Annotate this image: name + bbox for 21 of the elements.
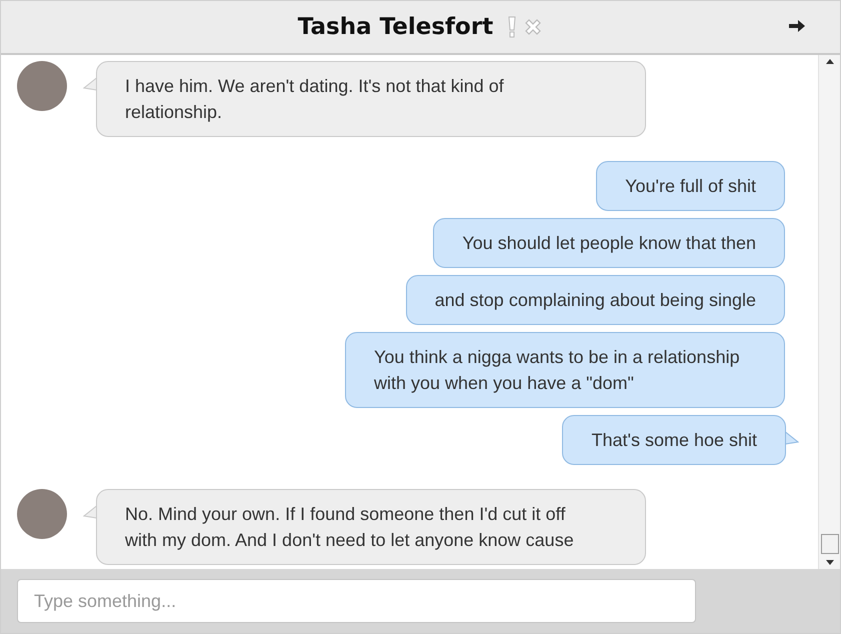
contact-name: Tasha Telesfort: [298, 14, 494, 40]
exclamation-icon[interactable]: [507, 16, 518, 38]
speech-tail-icon: [83, 77, 97, 91]
received-message: No. Mind your own. If I found someone then I'd cut it off with my dom. And I don't need to let anyone know cause: [96, 489, 646, 565]
sent-message: You're full of shit: [596, 161, 785, 211]
speech-tail-icon: [83, 505, 97, 519]
message-input-field[interactable]: Type something...: [17, 579, 696, 623]
scroll-down-icon[interactable]: [826, 560, 834, 565]
speech-tail-icon: [785, 431, 799, 445]
arrow-right-icon[interactable]: [788, 19, 806, 33]
avatar-photo-placeholder: [17, 489, 67, 539]
scroll-thumb[interactable]: [820, 534, 838, 554]
sent-message: That's some hoe shit: [562, 415, 786, 465]
received-message: I have him. We aren't dating. It's not that kind of relationship.: [96, 61, 646, 137]
close-icon[interactable]: [523, 17, 544, 37]
sent-message: and stop complaining about being single: [406, 275, 785, 325]
avatar-photo-placeholder: [17, 61, 67, 111]
sent-message: You should let people know that then: [433, 218, 785, 268]
scroll-up-icon[interactable]: [826, 59, 834, 64]
scrollbar[interactable]: [818, 55, 840, 569]
sent-message: You think a nigga wants to be in a relationship with you when you have a "dom": [345, 332, 785, 408]
